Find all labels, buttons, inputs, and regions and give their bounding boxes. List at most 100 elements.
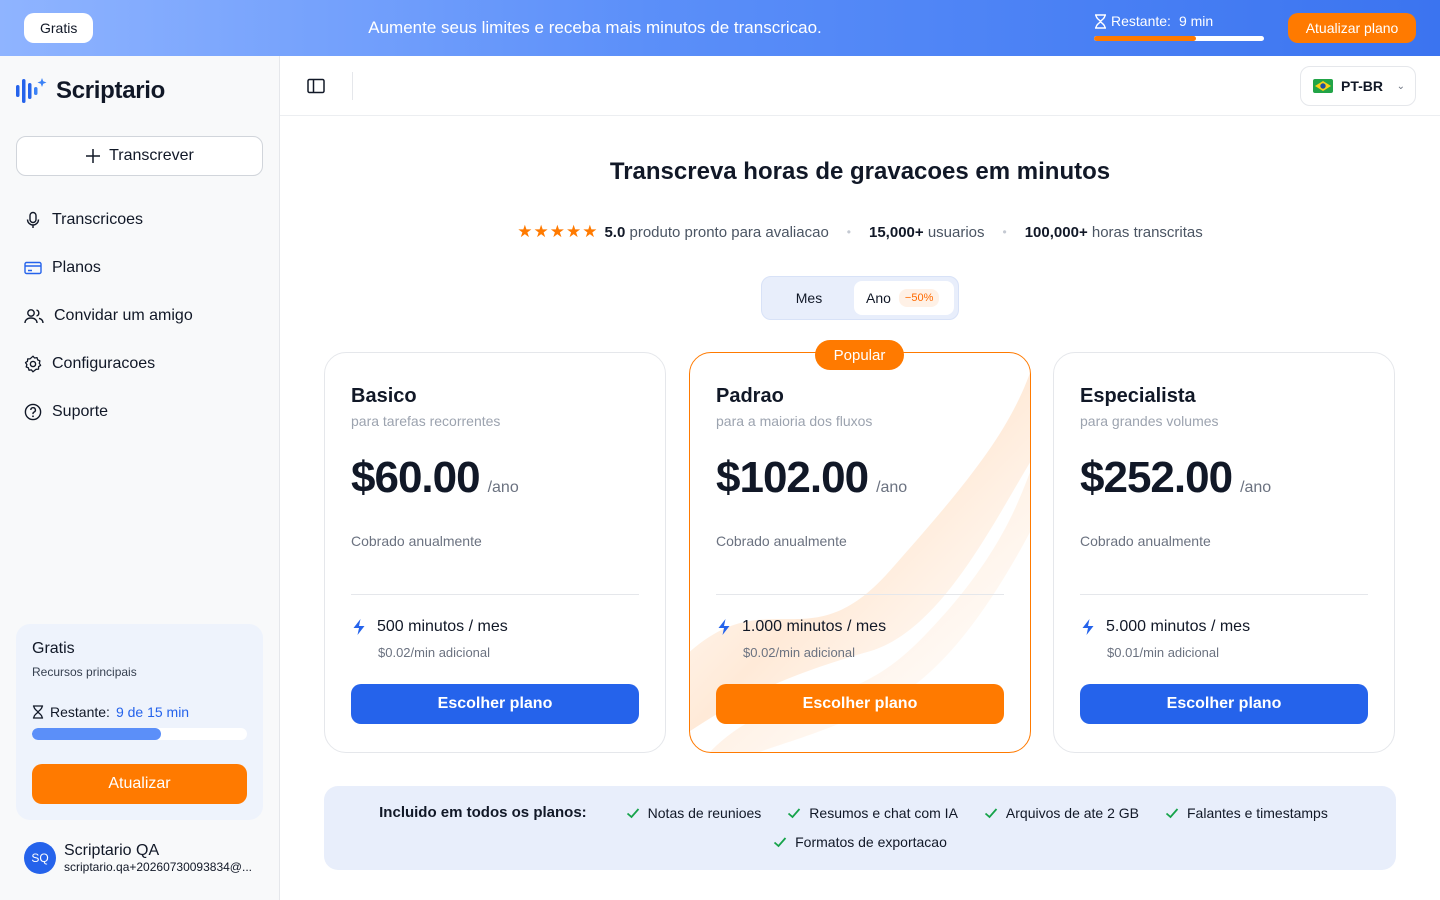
credit-card-icon	[24, 261, 42, 275]
billing-yearly-label: Ano	[866, 290, 891, 306]
page-title: Transcreva horas de gravacoes em minutos	[609, 158, 1111, 185]
social-proof-stats: ★★★★★ 5.0 produto pronto para avaliacao …	[280, 222, 1440, 242]
plan-description: para a maioria dos fluxos	[716, 413, 873, 429]
billing-period-toggle: Mes Ano −50%	[761, 276, 959, 320]
check-icon	[1165, 807, 1179, 818]
included-label: Incluido em todos os planos:	[379, 804, 587, 821]
plan-price: $60.00 /ano	[351, 453, 519, 503]
check-icon	[788, 807, 801, 818]
choose-plan-button[interactable]: Escolher plano	[1080, 684, 1368, 724]
plan-minutes: 5.000 minutos / mes	[1080, 618, 1250, 636]
check-icon	[984, 807, 998, 818]
popular-badge: Popular	[815, 340, 904, 370]
check-icon	[626, 807, 639, 818]
brand-logo[interactable]: Scriptario	[16, 76, 165, 106]
plan-name: Especialista	[1080, 385, 1196, 407]
user-email: scriptario.qa+20260730093834@...	[64, 860, 252, 874]
stats-separator: •	[1002, 225, 1007, 239]
plan-price-period: /ano	[876, 479, 908, 496]
user-name: Scriptario QA	[64, 842, 160, 859]
gear-icon	[24, 355, 42, 373]
included-features-bar: Incluido em todos os planos: Notas de re…	[324, 786, 1396, 870]
rating-text: produto pronto para avaliacao	[629, 223, 829, 241]
users-icon	[24, 309, 44, 324]
upgrade-banner: Gratis Aumente seus limites e receba mai…	[0, 0, 1440, 56]
plan-extra-rate: $0.02/min adicional	[378, 645, 491, 660]
sidebar-toggle-icon[interactable]	[306, 76, 326, 96]
plan-minutes-label: 1.000 minutos / mes	[742, 618, 887, 635]
language-selector[interactable]: PT-BR ⌄	[1300, 66, 1416, 106]
plan-billing-note: Cobrado anualmente	[1080, 533, 1211, 549]
current-plan-card: Gratis Recursos principais Restante: 9 d…	[16, 624, 263, 820]
sidebar: Scriptario Transcrever Transcricoes Plan…	[0, 56, 280, 900]
new-transcription-button[interactable]: Transcrever	[16, 136, 263, 176]
plan-price-amount: $102.00	[716, 453, 869, 502]
included-row: Incluido em todos os planos: Notas de re…	[324, 804, 1396, 821]
lightning-icon	[1082, 619, 1094, 635]
plan-card-remaining: Restante: 9 de 15 min	[32, 704, 189, 720]
sidebar-upgrade-button[interactable]: Atualizar	[32, 764, 247, 804]
discount-badge: −50%	[898, 289, 940, 307]
included-item-label: Resumos e chat com IA	[809, 804, 958, 821]
choose-plan-button[interactable]: Escolher plano	[351, 684, 639, 724]
upgrade-plan-button[interactable]: Atualizar plano	[1288, 13, 1416, 43]
plan-description: para grandes volumes	[1080, 413, 1219, 429]
plan-billing-note: Cobrado anualmente	[716, 533, 847, 549]
users-count: 15,000+	[869, 223, 924, 241]
plan-price-amount: $60.00	[351, 453, 481, 502]
sidebar-nav: Transcricoes Planos Convidar um amigo Co…	[16, 196, 263, 436]
sidebar-item-label: Configuracoes	[52, 355, 156, 372]
plan-billing-note: Cobrado anualmente	[351, 533, 482, 549]
included-item-label: Falantes e timestamps	[1187, 804, 1328, 821]
plan-minutes-label: 500 minutos / mes	[377, 618, 508, 635]
plan-price-period: /ano	[1240, 479, 1272, 496]
user-profile[interactable]: SQ Scriptario QA scriptario.qa+202607300…	[24, 842, 260, 874]
plan-price-amount: $252.00	[1080, 453, 1233, 502]
billing-monthly-option[interactable]: Mes	[766, 281, 852, 315]
plan-minutes: 1.000 minutos / mes	[716, 618, 886, 636]
sidebar-item-planos[interactable]: Planos	[16, 244, 263, 292]
included-item: Arquivos de ate 2 GB	[984, 805, 1139, 821]
sidebar-item-suporte[interactable]: Suporte	[16, 388, 263, 436]
plan-extra-rate: $0.02/min adicional	[743, 645, 856, 660]
plan-minutes-label: 5.000 minutos / mes	[1106, 618, 1251, 635]
plan-card-progress-fill	[32, 728, 161, 740]
lightning-icon	[353, 619, 365, 635]
hours-count: 100,000+	[1024, 223, 1088, 241]
billing-yearly-option[interactable]: Ano −50%	[854, 281, 954, 315]
language-code: PT-BR	[1341, 78, 1383, 94]
soundwave-logo-icon	[16, 78, 47, 103]
current-plan-pill: Gratis	[24, 13, 94, 43]
plan-price: $252.00 /ano	[1080, 453, 1271, 503]
avatar: SQ	[24, 842, 56, 874]
included-item-label: Formatos de exportacao	[795, 834, 947, 850]
choose-plan-button[interactable]: Escolher plano	[716, 684, 1004, 724]
chevron-down-icon: ⌄	[1396, 81, 1405, 92]
plan-divider	[716, 594, 1004, 595]
included-item: Formatos de exportacao	[773, 834, 947, 850]
included-item: Falantes e timestamps	[1165, 805, 1328, 821]
plan-extra-rate: $0.01/min adicional	[1107, 645, 1220, 660]
new-transcription-label: Transcrever	[109, 147, 194, 164]
included-item: Resumos e chat com IA	[787, 805, 958, 821]
sidebar-item-configuracoes[interactable]: Configuracoes	[16, 340, 263, 388]
hourglass-icon	[32, 705, 44, 719]
plan-description: para tarefas recorrentes	[351, 413, 501, 429]
plan-card-especialista: Especialista para grandes volumes $252.0…	[1053, 352, 1395, 753]
included-item: Notas de reunioes	[626, 805, 761, 821]
plan-card-remaining-label: Restante:	[50, 704, 110, 720]
help-circle-icon	[24, 403, 42, 421]
sidebar-item-convidar[interactable]: Convidar um amigo	[16, 292, 263, 340]
sidebar-item-transcricoes[interactable]: Transcricoes	[16, 196, 263, 244]
sidebar-item-label: Planos	[52, 259, 101, 276]
plan-price: $102.00 /ano	[716, 453, 907, 503]
sidebar-item-label: Convidar um amigo	[54, 307, 193, 324]
banner-remaining-label: Restante:	[1111, 13, 1171, 29]
plan-card-basico: Basico para tarefas recorrentes $60.00 /…	[324, 352, 666, 753]
banner-remaining-value: 9 min	[1178, 13, 1214, 29]
users-text: usuarios	[927, 223, 985, 241]
plan-name: Padrao	[716, 385, 784, 407]
check-icon	[774, 837, 787, 848]
banner-promo-text: Aumente seus limites e receba mais minut…	[368, 18, 822, 37]
topbar-divider	[352, 72, 353, 100]
